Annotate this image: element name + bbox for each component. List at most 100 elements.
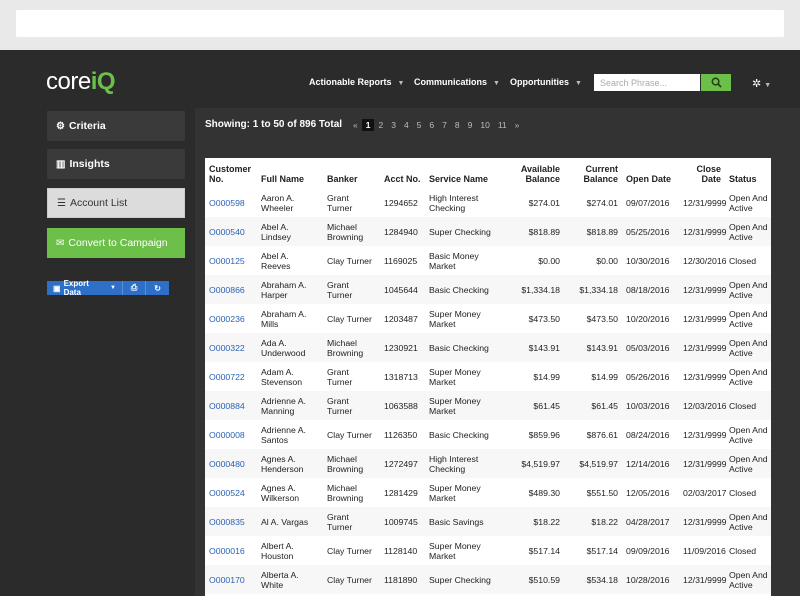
table-cell: Abel A. Reeves bbox=[261, 250, 291, 271]
table-row[interactable]: O000866 Abraham A. Harper Grant Turner 1045… bbox=[205, 275, 771, 304]
table-cell: Basic Money Market bbox=[429, 250, 479, 271]
column-header[interactable]: Open Date bbox=[622, 158, 679, 188]
table-cell: High Interest Checking bbox=[429, 453, 479, 474]
nav-actionable-reports[interactable]: Actionable Reports ▼ bbox=[309, 77, 404, 87]
table-cell: $0.00 bbox=[538, 255, 560, 266]
customer-link[interactable]: O000598 bbox=[205, 188, 257, 217]
table-row[interactable]: O000598 Aaron A. Wheeler Grant Turner 12946… bbox=[205, 188, 771, 217]
pager-page[interactable]: 1 bbox=[361, 119, 375, 131]
customer-link[interactable]: O000125 bbox=[205, 246, 257, 275]
pager-page[interactable]: 10 bbox=[476, 119, 493, 131]
table-cell: 1318713 bbox=[384, 371, 418, 382]
sidebar-criteria[interactable]: ⚙ Criteria bbox=[47, 111, 185, 141]
table-cell: $274.01 bbox=[528, 197, 560, 208]
table-row[interactable]: O000125 Abel A. Reeves Clay Turner 1169025 B… bbox=[205, 246, 771, 275]
table-cell: Basic Checking bbox=[429, 342, 489, 353]
table-cell: $143.91 bbox=[528, 342, 560, 353]
table-cell: 1009745 bbox=[384, 516, 418, 527]
table-row[interactable]: O000722 Adam A. Stevenson Grant Turner 1318… bbox=[205, 362, 771, 391]
table-cell: 1169025 bbox=[384, 255, 418, 266]
table-cell: 10/20/2016 bbox=[626, 313, 670, 324]
table-cell: $1,334.18 bbox=[579, 284, 618, 295]
nav-communications[interactable]: Communications ▼ bbox=[414, 77, 500, 87]
search-icon bbox=[711, 77, 722, 88]
pager-prev[interactable]: « bbox=[349, 119, 362, 131]
pager-page[interactable]: 7 bbox=[438, 119, 451, 131]
table-cell: Clay Turner bbox=[327, 429, 372, 440]
customer-link[interactable]: O000866 bbox=[205, 275, 257, 304]
customer-link[interactable]: O000540 bbox=[205, 217, 257, 246]
customer-link[interactable]: O000322 bbox=[205, 333, 257, 362]
customer-link[interactable]: O000524 bbox=[205, 478, 257, 507]
table-cell: 12/31/9999 bbox=[683, 458, 727, 469]
table-row[interactable]: O000884 Adrienne A. Manning Grant Turner 10… bbox=[205, 391, 771, 420]
table-cell: Michael Browning bbox=[327, 482, 364, 503]
list-icon: ☰ bbox=[57, 197, 66, 209]
table-cell: $818.89 bbox=[528, 226, 560, 237]
column-header[interactable]: Status bbox=[725, 158, 771, 188]
column-header[interactable]: Service Name bbox=[425, 158, 504, 188]
table-row[interactable]: O000016 Albert A. Houston Clay Turner 11281… bbox=[205, 536, 771, 565]
table-row[interactable]: O000524 Agnes A. Wilkerson Michael Brownin… bbox=[205, 478, 771, 507]
column-header[interactable]: Current Balance bbox=[564, 158, 622, 188]
nav-opportunities[interactable]: Opportunities ▼ bbox=[510, 77, 582, 87]
table-cell: $4,519.97 bbox=[521, 458, 560, 469]
pager-page[interactable]: 4 bbox=[400, 119, 413, 131]
customer-link[interactable]: O000170 bbox=[205, 565, 257, 594]
sidebar-label: Criteria bbox=[68, 120, 106, 132]
table-cell: $517.14 bbox=[528, 545, 560, 556]
pager-page[interactable]: 9 bbox=[464, 119, 477, 131]
refresh-button[interactable]: ↻ bbox=[146, 281, 169, 295]
table-row[interactable]: O000540 Abel A. Lindsey Michael Browning 12… bbox=[205, 217, 771, 246]
pager-page[interactable]: 2 bbox=[374, 119, 387, 131]
bar-chart-icon: ▥ bbox=[56, 158, 66, 170]
table-cell: Agnes A. Henderson bbox=[261, 453, 304, 474]
table-row[interactable]: O000236 Abraham A. Mills Clay Turner 120348… bbox=[205, 304, 771, 333]
convert-to-campaign-button[interactable]: ✉ Convert to Campaign bbox=[47, 228, 185, 258]
pager-next[interactable]: » bbox=[511, 119, 524, 131]
column-header[interactable]: Customer No. bbox=[205, 158, 257, 188]
table-row[interactable]: O000835 Al A. Vargas Grant Turner 1009745 Ba… bbox=[205, 507, 771, 536]
browser-frame: coreiQ Actionable Reports ▼ Communication… bbox=[0, 0, 800, 596]
column-header[interactable]: Banker bbox=[323, 158, 380, 188]
sidebar-insights[interactable]: ▥ Insights bbox=[47, 149, 185, 179]
table-cell: 10/03/2016 bbox=[626, 400, 670, 411]
column-header[interactable]: Acct No. bbox=[380, 158, 425, 188]
column-header[interactable]: Full Name bbox=[257, 158, 323, 188]
pager-page[interactable]: 11 bbox=[494, 119, 511, 131]
customer-link[interactable]: O000884 bbox=[205, 391, 257, 420]
customer-link[interactable]: O000236 bbox=[205, 304, 257, 333]
print-button[interactable]: ⎙ bbox=[123, 281, 147, 295]
customer-link[interactable]: O000008 bbox=[205, 420, 257, 449]
search-input[interactable] bbox=[594, 74, 700, 91]
pager-page[interactable]: 5 bbox=[413, 119, 426, 131]
settings-menu[interactable]: ✲ ▼ bbox=[752, 77, 771, 90]
table-cell: Clay Turner bbox=[327, 574, 372, 585]
pager-page[interactable]: 8 bbox=[451, 119, 464, 131]
customer-link[interactable]: O000835 bbox=[205, 507, 257, 536]
caret-down-icon: ▼ bbox=[493, 80, 500, 87]
column-header[interactable]: Available Balance bbox=[504, 158, 564, 188]
table-row[interactable]: O000170 Alberta A. White Clay Turner 118189… bbox=[205, 565, 771, 594]
table-cell: Closed bbox=[729, 255, 757, 266]
pager-page[interactable]: 6 bbox=[425, 119, 438, 131]
customer-link[interactable]: O000480 bbox=[205, 449, 257, 478]
search-button[interactable] bbox=[701, 74, 731, 91]
pager-page[interactable]: 3 bbox=[387, 119, 400, 131]
table-cell: $18.22 bbox=[533, 516, 560, 527]
table-row[interactable]: O000008 Adrienne A. Santos Clay Turner 1126… bbox=[205, 420, 771, 449]
column-header[interactable]: Close Date bbox=[679, 158, 725, 188]
button-label: Convert to Campaign bbox=[68, 237, 168, 249]
address-bar[interactable] bbox=[16, 10, 784, 37]
table-row[interactable]: O000480 Agnes A. Henderson Michael Brownin… bbox=[205, 449, 771, 478]
table-cell: Michael Browning bbox=[327, 337, 364, 358]
customer-link[interactable]: O000722 bbox=[205, 362, 257, 391]
table-cell: $0.00 bbox=[596, 255, 618, 266]
export-data-button[interactable]: ▣ Export Data ▼ bbox=[47, 279, 123, 297]
table-row[interactable]: O000322 Ada A. Underwood Michael Browning 1… bbox=[205, 333, 771, 362]
sidebar-account-list[interactable]: ☰ Account List bbox=[47, 188, 185, 218]
table-cell: 12/14/2016 bbox=[626, 458, 670, 469]
table-cell: Basic Checking bbox=[429, 429, 489, 440]
table-cell: 1181890 bbox=[384, 574, 418, 585]
customer-link[interactable]: O000016 bbox=[205, 536, 257, 565]
